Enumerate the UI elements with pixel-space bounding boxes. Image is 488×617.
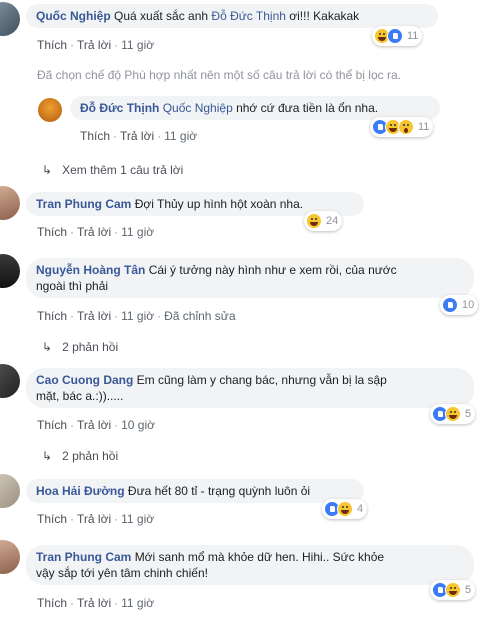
- reply-arrow-icon: ↳: [42, 163, 53, 177]
- reply-link[interactable]: Trả lời: [77, 38, 111, 52]
- reply-link[interactable]: Trả lời: [77, 596, 111, 610]
- like-link[interactable]: Thích: [37, 512, 67, 526]
- comment-bubble: Cao Cuong Dang Em cũng làm y chang bác, …: [26, 368, 474, 408]
- comment-author[interactable]: Quốc Nghiệp: [36, 9, 111, 23]
- reply-link[interactable]: Trả lời: [77, 225, 111, 239]
- comment-time[interactable]: 11 giờ: [121, 309, 154, 323]
- comment-time[interactable]: 11 giờ: [121, 225, 154, 239]
- haha-reaction-icon: [306, 213, 322, 229]
- reaction-summary[interactable]: 4: [322, 499, 368, 519]
- comment-time[interactable]: 11 giờ: [121, 596, 154, 610]
- comment-actions: Thích · Trả lời · 11 giờ: [37, 596, 155, 610]
- comment-bubble: Tran Phung Cam Mới sanh mổ mà khỏe dữ he…: [26, 545, 474, 585]
- comment-mention[interactable]: Đỗ Đức Thịnh: [211, 9, 286, 23]
- comment-text: vậy sắp tới yên tâm chinh chiến!: [36, 566, 208, 580]
- haha-reaction-icon: [445, 582, 461, 598]
- like-reaction-icon: [387, 28, 403, 44]
- comment-time[interactable]: 11 giờ: [121, 38, 154, 52]
- comment-actions: Thích · Trả lời · 11 giờ: [80, 129, 198, 143]
- view-replies-link[interactable]: ↳ 2 phản hồi: [42, 449, 118, 463]
- like-link[interactable]: Thích: [37, 38, 67, 52]
- comment-time[interactable]: 11 giờ: [164, 129, 197, 143]
- comment-text: nhớ cứ đưa tiền là ổn nha.: [232, 101, 379, 115]
- comment-author[interactable]: Cao Cuong Dang: [36, 373, 133, 387]
- comment-actions: Thích · Trả lời · 11 giờ: [37, 512, 155, 526]
- haha-reaction-icon: [337, 501, 353, 517]
- edited-label[interactable]: Đã chỉnh sửa: [164, 309, 235, 323]
- reaction-count: 10: [462, 299, 475, 311]
- comment-text: Quá xuất sắc anh: [114, 9, 212, 23]
- view-replies-link[interactable]: ↳ 2 phản hồi: [42, 340, 118, 354]
- comment-mention[interactable]: Quốc Nghiệp: [163, 101, 233, 115]
- comment-author[interactable]: Tran Phung Cam: [36, 550, 131, 564]
- comment-text: Đợi Thủy up hình hột xoàn nha.: [134, 197, 304, 211]
- avatar[interactable]: [38, 98, 62, 122]
- wow-reaction-icon: [398, 119, 414, 135]
- avatar[interactable]: [0, 2, 20, 36]
- comment-text: Đưa hết 80 tỉ - trạng quỳnh luôn ỏi: [127, 484, 311, 498]
- comment-author[interactable]: Hoa Hải Đường: [36, 484, 125, 498]
- view-more-label: Xem thêm 1 câu trả lời: [62, 163, 184, 177]
- reply-link[interactable]: Trả lời: [77, 418, 111, 432]
- replies-count-label: 2 phản hồi: [62, 340, 119, 354]
- avatar[interactable]: [0, 474, 20, 508]
- comment-text: mặt, bác a.:)).....: [36, 389, 124, 403]
- like-link[interactable]: Thích: [37, 596, 67, 610]
- comment-author[interactable]: Nguyễn Hoàng Tân: [36, 263, 145, 277]
- like-reaction-icon: [442, 297, 458, 313]
- reaction-count: 24: [326, 215, 339, 227]
- reaction-summary[interactable]: 24: [304, 211, 343, 231]
- comment-time[interactable]: 10 giờ: [121, 418, 155, 432]
- reaction-count: 11: [407, 30, 419, 42]
- avatar[interactable]: [0, 254, 20, 288]
- comment-author[interactable]: Tran Phung Cam: [36, 197, 131, 211]
- like-link[interactable]: Thích: [37, 309, 67, 323]
- comment-actions: Thích · Trả lời · 11 giờ: [37, 225, 155, 239]
- comment-text: Mới sanh mổ mà khỏe dữ hen. Hihi.. Sức k…: [134, 550, 385, 564]
- like-link[interactable]: Thích: [37, 225, 67, 239]
- comment-actions: Thích · Trả lời · 11 giờ: [37, 38, 155, 52]
- haha-reaction-icon: [445, 406, 461, 422]
- reaction-summary[interactable]: 5: [430, 404, 476, 424]
- comment-time[interactable]: 11 giờ: [121, 512, 154, 526]
- avatar[interactable]: [0, 364, 20, 398]
- reaction-summary[interactable]: 11: [370, 117, 434, 137]
- comment-bubble: Nguyễn Hoàng Tân Cái ý tưởng này hình nh…: [26, 258, 474, 298]
- reaction-count: 5: [465, 408, 472, 420]
- reaction-summary[interactable]: 10: [440, 295, 479, 315]
- reply-arrow-icon: ↳: [42, 449, 53, 463]
- reaction-count: 5: [465, 584, 472, 596]
- avatar[interactable]: [0, 540, 20, 574]
- filter-notice: Đã chọn chế độ Phù hợp nhất nên một số c…: [37, 68, 401, 82]
- reaction-count: 4: [357, 503, 364, 515]
- comment-actions: Thích · Trả lời · 11 giờ · Đã chỉnh sửa: [37, 309, 236, 323]
- view-more-replies-link[interactable]: ↳ Xem thêm 1 câu trả lời: [42, 163, 183, 177]
- like-link[interactable]: Thích: [80, 129, 110, 143]
- comment-actions: Thích · Trả lời · 10 giờ: [37, 418, 155, 432]
- reply-link[interactable]: Trả lời: [77, 512, 111, 526]
- reply-link[interactable]: Trả lời: [77, 309, 111, 323]
- reaction-summary[interactable]: 5: [430, 580, 476, 600]
- comment-bubble: Hoa Hải Đường Đưa hết 80 tỉ - trạng quỳn…: [26, 479, 364, 503]
- comment-text: ngoài thì phải: [36, 279, 109, 293]
- reply-link[interactable]: Trả lời: [120, 129, 154, 143]
- avatar[interactable]: [0, 186, 20, 220]
- comment-text: Em cũng làm y chang bác, nhưng vẫn bị la…: [136, 373, 387, 387]
- reaction-summary[interactable]: 11: [372, 26, 423, 46]
- reaction-count: 11: [418, 121, 430, 133]
- like-link[interactable]: Thích: [37, 418, 67, 432]
- comment-bubble: Quốc Nghiệp Quá xuất sắc anh Đỗ Đức Thịn…: [26, 4, 438, 28]
- comment-text: ơi!!! Kakakak: [285, 9, 360, 23]
- reply-arrow-icon: ↳: [42, 340, 53, 354]
- replies-count-label: 2 phản hồi: [62, 449, 119, 463]
- comment-text: Cái ý tưởng này hình như e xem rồi, của …: [148, 263, 397, 277]
- comment-author[interactable]: Đỗ Đức Thịnh: [80, 101, 159, 115]
